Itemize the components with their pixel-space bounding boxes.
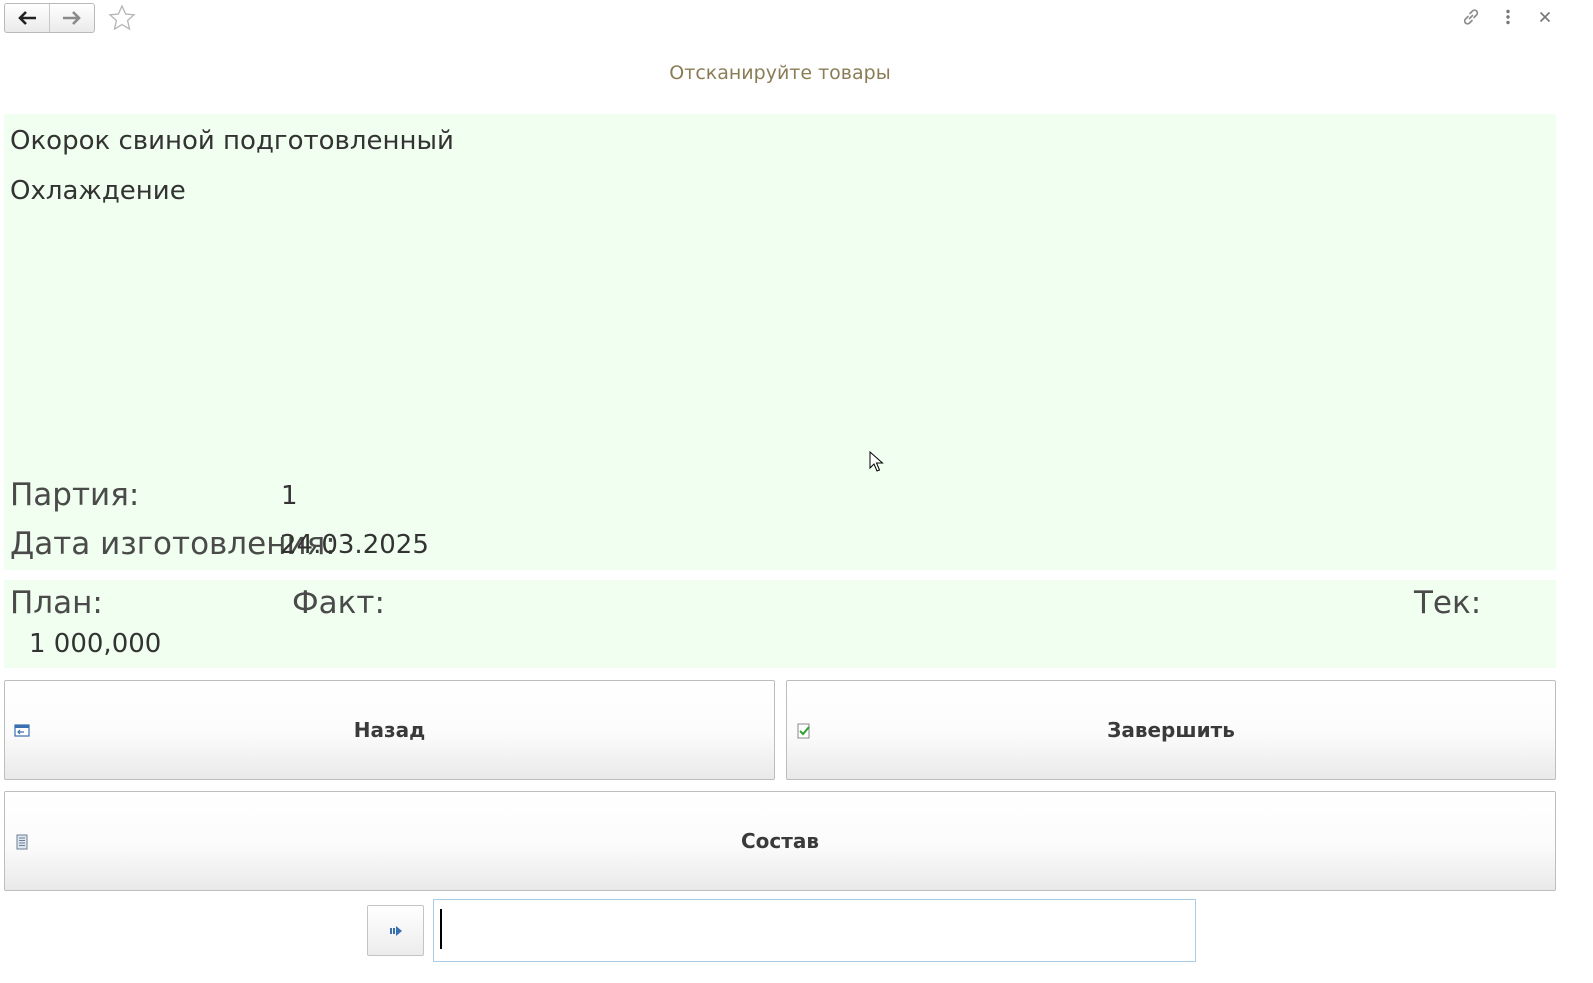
fact-label: Факт: bbox=[292, 585, 385, 621]
product-name: Окорок свиной подготовленный bbox=[10, 126, 454, 156]
finish-button-label: Завершить bbox=[1107, 718, 1235, 742]
back-button-label: Назад bbox=[353, 718, 426, 742]
back-button[interactable]: Назад bbox=[4, 680, 775, 780]
arrow-right-icon bbox=[63, 11, 81, 25]
back-doc-icon bbox=[13, 723, 31, 739]
window-toolbar bbox=[0, 0, 1593, 40]
navigation-group bbox=[4, 3, 95, 33]
composition-button[interactable]: Состав bbox=[4, 791, 1556, 891]
more-button[interactable] bbox=[1497, 6, 1519, 28]
plan-label: План: bbox=[10, 585, 103, 621]
finish-check-icon bbox=[795, 723, 813, 739]
quantities-panel: План: 1 000,000 Факт: Тек: bbox=[4, 580, 1556, 668]
product-stage: Охлаждение bbox=[10, 176, 186, 206]
scan-submit-button[interactable] bbox=[367, 905, 424, 956]
more-vertical-icon bbox=[1506, 9, 1510, 25]
close-button[interactable] bbox=[1534, 6, 1556, 28]
current-label: Тек: bbox=[1414, 585, 1482, 621]
input-arrow-icon bbox=[389, 925, 402, 936]
barcode-input[interactable] bbox=[433, 899, 1196, 962]
composition-button-label: Состав bbox=[740, 829, 820, 853]
finish-button[interactable]: Завершить bbox=[786, 680, 1556, 780]
arrow-left-icon bbox=[18, 11, 36, 25]
text-caret bbox=[440, 909, 442, 949]
product-info-panel: Окорок свиной подготовленный Охлаждение … bbox=[4, 114, 1556, 570]
batch-value: 1 bbox=[281, 481, 298, 511]
link-button[interactable] bbox=[1460, 6, 1482, 28]
forward-nav-button[interactable] bbox=[49, 4, 94, 32]
back-nav-button[interactable] bbox=[5, 4, 49, 32]
plan-value: 1 000,000 bbox=[29, 629, 162, 659]
batch-label: Партия: bbox=[10, 477, 140, 513]
production-date-value: 24.03.2025 bbox=[280, 530, 429, 560]
star-icon bbox=[108, 4, 136, 31]
list-document-icon bbox=[13, 834, 31, 850]
link-icon bbox=[1463, 9, 1479, 25]
favorite-button[interactable] bbox=[107, 4, 137, 32]
close-icon bbox=[1539, 11, 1551, 23]
mouse-pointer-icon bbox=[869, 451, 884, 472]
form-title: Отсканируйте товары bbox=[669, 62, 891, 84]
